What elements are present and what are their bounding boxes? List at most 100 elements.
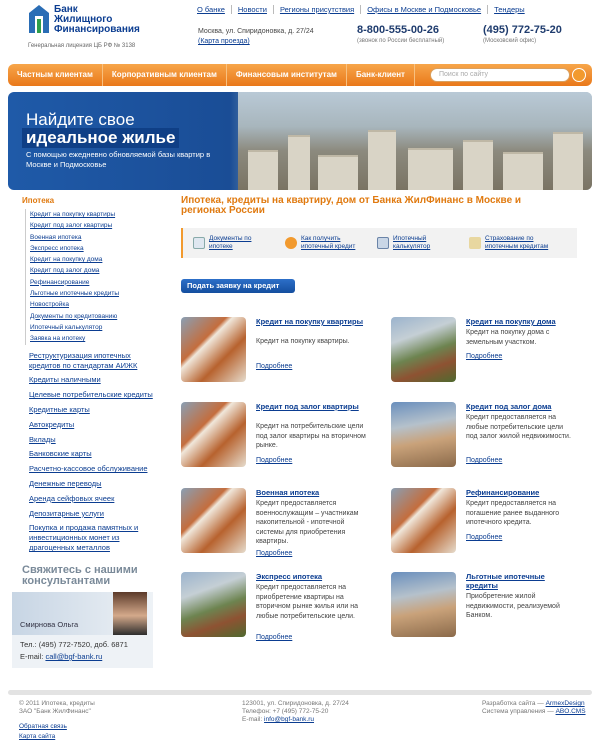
product-card: Льготные ипотечные кредиты Приобретение … xyxy=(391,572,591,640)
mortgage-toolbar: Документы по ипотеке Как получить ипотеч… xyxy=(181,228,577,258)
sidebar-heading-mortgage[interactable]: Ипотека xyxy=(22,196,160,205)
card-desc: Кредит предоставляется на приобретение к… xyxy=(256,584,358,620)
product-card: Кредит на покупку дома Кредит на покупку… xyxy=(391,317,591,385)
topnav-news[interactable]: Новости xyxy=(230,5,273,14)
copyright-line1: © 2011 Ипотека, кредиты xyxy=(19,700,95,707)
apartment-photo[interactable] xyxy=(181,402,246,467)
topnav-tenders[interactable]: Тендеры xyxy=(487,5,531,14)
logo-line3: Финансирования xyxy=(54,24,140,35)
toolbar-insurance[interactable]: Страхование по ипотечным кредитам xyxy=(459,228,551,258)
apartment-photo[interactable] xyxy=(391,488,456,553)
footer-email[interactable]: info@bgf-bank.ru xyxy=(264,716,314,723)
feedback-link[interactable]: Обратная связь xyxy=(19,722,67,732)
sidebar-item[interactable]: Аренда сейфовых ячеек xyxy=(29,494,160,504)
card-title[interactable]: Льготные ипотечные кредиты xyxy=(466,572,574,590)
apartment-photo[interactable] xyxy=(181,488,246,553)
topnav-offices[interactable]: Офисы в Москве и Подмосковье xyxy=(360,5,487,14)
footer-addr: 123001, ул. Спиридоновка, д. 27/24 xyxy=(242,700,349,707)
house-photo[interactable] xyxy=(391,317,456,382)
card-title[interactable]: Кредит под залог дома xyxy=(466,402,574,411)
sidebar-sub-item[interactable]: Военная ипотека xyxy=(30,232,160,243)
sidebar-item[interactable]: Автокредиты xyxy=(29,420,160,430)
banner-heading-2: идеальное жилье xyxy=(22,128,180,148)
sidebar-item[interactable]: Банковские карты xyxy=(29,449,160,459)
map-link[interactable]: (Карта проезда) xyxy=(198,37,314,47)
contact-heading: Свяжитесь с нашими консультантами xyxy=(22,564,138,587)
card-more-link[interactable]: Подробнее xyxy=(256,634,292,641)
card-desc: Кредит предоставляется военнослужащим – … xyxy=(256,500,359,545)
sidebar-submenu: Кредит на покупку квартиры Кредит под за… xyxy=(25,209,160,345)
toolbar-insurance-label: Страхование по ипотечным кредитам xyxy=(485,235,549,250)
toolbar-calc[interactable]: Ипотечный калькулятор xyxy=(367,228,459,258)
card-more-link[interactable]: Подробнее xyxy=(256,363,292,370)
terrace-photo[interactable] xyxy=(181,572,246,637)
footer-phone: Телефон: +7 (495) 772-75-20 xyxy=(242,708,329,715)
topnav-regions[interactable]: Регионы присутствия xyxy=(272,5,360,14)
cms-link[interactable]: ABO.CMS xyxy=(556,708,586,715)
sidebar-item[interactable]: Кредитные карты xyxy=(29,405,160,415)
card-title[interactable]: Кредит на покупку дома xyxy=(466,317,574,326)
card-more-link[interactable]: Подробнее xyxy=(466,457,502,464)
sidebar-item[interactable]: Депозитарные услуги xyxy=(29,509,160,519)
toolbar-docs[interactable]: Документы по ипотеке xyxy=(183,228,275,258)
bank-logo[interactable]: Банк Жилищного Финансирования Генеральна… xyxy=(28,4,188,52)
city-photo[interactable] xyxy=(391,402,456,467)
sidebar-item[interactable]: Денежные переводы xyxy=(29,479,160,489)
card-more-link[interactable]: Подробнее xyxy=(466,353,502,360)
product-card: Кредит под залог дома Кредит предоставля… xyxy=(391,402,591,470)
card-title[interactable]: Экспресс ипотека xyxy=(256,572,364,581)
sidebar-sub-item[interactable]: Новостройка xyxy=(30,299,160,310)
sidebar-item[interactable]: Расчетно-кассовое обслуживание xyxy=(29,464,160,474)
footer-credits: Разработка сайта — ArmexDesign Система у… xyxy=(482,700,586,716)
sidebar-sub-item[interactable]: Заявка на ипотеку xyxy=(30,333,160,344)
card-more-link[interactable]: Подробнее xyxy=(256,550,292,557)
sidebar-sub-item[interactable]: Кредит под залог квартиры xyxy=(30,220,160,231)
toolbar-howto[interactable]: Как получить ипотечный кредит xyxy=(275,228,367,258)
consultant-email[interactable]: call@bgf-bank.ru xyxy=(45,652,102,661)
sidebar-sub-item[interactable]: Кредит на покупку дома xyxy=(30,254,160,265)
main-menu: Частным клиентам Корпоративным клиентам … xyxy=(8,64,592,86)
topnav-about[interactable]: О банке xyxy=(197,5,231,14)
sidebar-sub-item[interactable]: Экспресс ипотека xyxy=(30,243,160,254)
card-title[interactable]: Рефинансирование xyxy=(466,488,574,497)
apartment-photo[interactable] xyxy=(181,317,246,382)
sidebar-sub-item[interactable]: Документы по кредитованию xyxy=(30,311,160,322)
search-input[interactable]: Поиск по сайту xyxy=(430,68,570,82)
promo-banner[interactable]: Найдите свое идеальное жилье С помощью е… xyxy=(8,92,592,190)
card-desc: Кредит на покупку дома с земельным участ… xyxy=(466,329,550,346)
menu-bank-client[interactable]: Банк-клиент xyxy=(347,64,415,86)
page-title: Ипотека, кредиты на квартиру, дом от Бан… xyxy=(181,195,522,216)
card-title[interactable]: Кредит на покупку квартиры xyxy=(256,317,364,326)
sidebar-item[interactable]: Целевые потребительские кредиты xyxy=(29,390,160,400)
card-more-link[interactable]: Подробнее xyxy=(466,534,502,541)
city-photo[interactable] xyxy=(391,572,456,637)
address-block: Москва, ул. Спиридоновка, д. 27/24 (Карт… xyxy=(198,27,314,47)
product-card: Рефинансирование Кредит предоставляется … xyxy=(391,488,591,556)
card-title[interactable]: Военная ипотека xyxy=(256,488,364,497)
menu-corporate[interactable]: Корпоративным клиентам xyxy=(103,64,227,86)
phone-free: 8-800-555-00-26 (звонок по России беспла… xyxy=(357,24,444,44)
sidebar-sub-item[interactable]: Рефинансирование xyxy=(30,277,160,288)
sidebar-sub-item[interactable]: Кредит под залог дома xyxy=(30,265,160,276)
sidebar-sub-item[interactable]: Ипотечный калькулятор xyxy=(30,322,160,333)
search-button[interactable] xyxy=(572,68,586,82)
footer-copyright: © 2011 Ипотека, кредиты ЗАО "Банк ЖилФин… xyxy=(19,700,95,716)
phone-moscow: (495) 772-75-20 (Московский офис) xyxy=(483,24,562,44)
apply-button[interactable]: Подать заявку на кредит xyxy=(181,279,295,293)
sidebar-sub-item[interactable]: Кредит на покупку квартиры xyxy=(30,209,160,220)
document-icon xyxy=(193,237,205,249)
consultant-name: Смирнова Ольга xyxy=(20,620,79,629)
menu-financial[interactable]: Финансовым институтам xyxy=(227,64,347,86)
sidebar-item[interactable]: Вклады xyxy=(29,435,160,445)
sidebar-sub-item[interactable]: Льготные ипотечные кредиты xyxy=(30,288,160,299)
banner-heading-1: Найдите свое xyxy=(26,110,135,129)
dev-link[interactable]: ArmexDesign xyxy=(546,700,585,707)
footer-divider xyxy=(8,690,592,695)
card-title[interactable]: Кредит под залог квартиры xyxy=(256,402,364,411)
sidebar-item[interactable]: Покупка и продажа памятных и инвестицион… xyxy=(29,523,160,553)
sidebar-item[interactable]: Реструктуризация ипотечных кредитов по с… xyxy=(29,351,160,371)
card-more-link[interactable]: Подробнее xyxy=(256,457,292,464)
menu-private[interactable]: Частным клиентам xyxy=(8,64,103,86)
sidebar-item[interactable]: Кредиты наличными xyxy=(29,375,160,385)
card-desc: Кредит на потребительские цели под залог… xyxy=(256,423,366,449)
